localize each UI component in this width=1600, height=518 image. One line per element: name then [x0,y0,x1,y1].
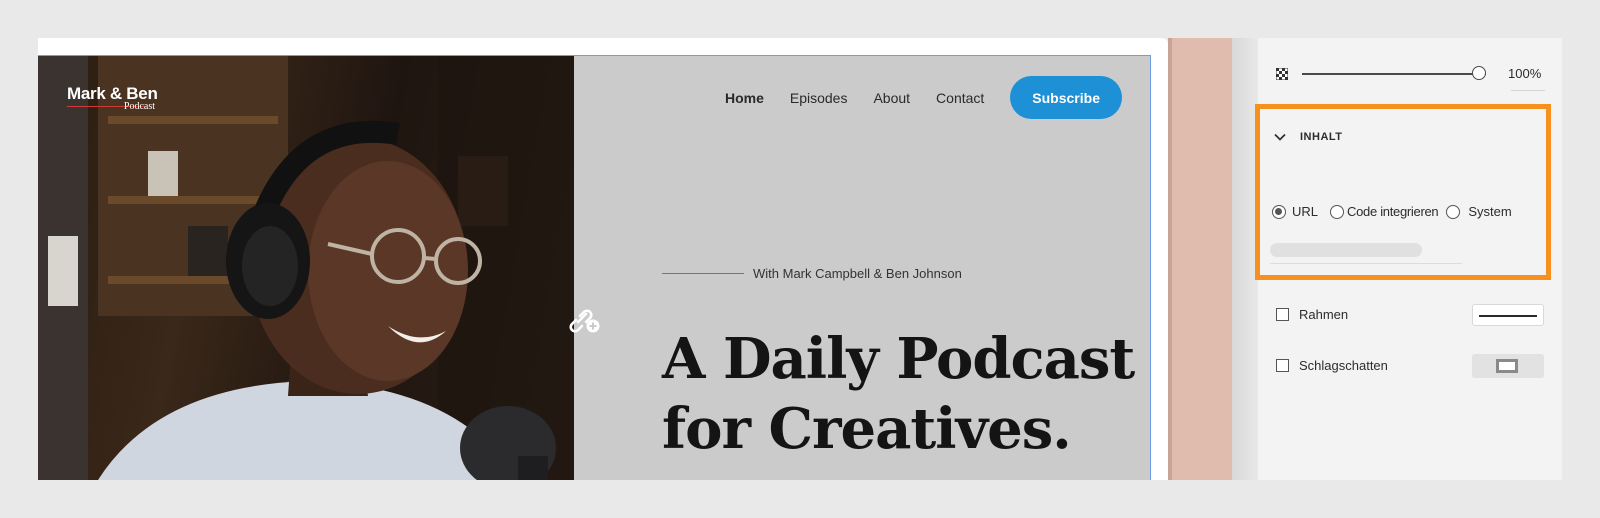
nav-episodes[interactable]: Episodes [790,90,848,106]
shadow-preview [1496,359,1518,373]
headline-line-2: for Creatives. [662,396,1072,462]
border-style-swatch[interactable] [1472,304,1544,326]
content-section-title: INHALT [1300,131,1343,143]
nav-contact[interactable]: Contact [936,90,984,106]
opacity-slider[interactable] [1302,65,1486,81]
tagline-text: With Mark Campbell & Ben Johnson [753,266,962,281]
content-section: INHALT URL Code integrieren System [1255,104,1551,280]
opacity-row: 100% [1276,65,1541,81]
shadow-row: Schlagschatten [1276,358,1388,373]
radio-embed-code[interactable] [1330,204,1345,219]
site-nav: Home Episodes About Contact Subscribe [725,76,1122,119]
opacity-slider-handle[interactable] [1472,65,1486,80]
content-source-options: URL Code integrieren System [1272,204,1524,219]
opacity-value-underline [1511,90,1545,91]
shadow-label: Schlagschatten [1299,358,1388,373]
subscribe-button[interactable]: Subscribe [1010,76,1122,119]
shadow-checkbox[interactable] [1276,359,1289,372]
hero-text-panel[interactable]: Home Episodes About Contact Subscribe Wi… [574,56,1150,480]
border-line-preview [1479,315,1537,317]
chevron-down-icon[interactable] [1274,133,1286,141]
add-link-icon[interactable] [566,302,602,334]
canvas-background-strip [1172,38,1232,480]
radio-system[interactable] [1446,204,1461,219]
radio-url-label[interactable]: URL [1292,204,1318,219]
hero-section[interactable]: Mark & Ben Podcast Home Episodes About C… [38,55,1151,480]
hero-tagline: With Mark Campbell & Ben Johnson [662,266,962,281]
border-label: Rahmen [1299,307,1349,322]
hero-headline: A Daily Podcast for Creatives. [662,324,1135,464]
url-input-underline [1270,263,1462,264]
border-row: Rahmen [1276,307,1348,322]
content-section-header[interactable]: INHALT [1274,131,1343,143]
radio-system-label[interactable]: System [1468,204,1511,219]
podcaster-photo [38,56,574,480]
border-checkbox[interactable] [1276,308,1289,321]
opacity-slider-track[interactable] [1302,72,1486,75]
shadow-style-swatch[interactable] [1472,354,1544,378]
website-canvas[interactable]: Mark & Ben Podcast Home Episodes About C… [38,38,1168,480]
properties-panel: 100% INHALT URL Code integrieren System … [1255,38,1562,480]
transparency-icon [1276,67,1288,80]
hero-image[interactable]: Mark & Ben Podcast [38,56,574,480]
headline-line-1: A Daily Podcast [662,326,1135,392]
tagline-rule [662,273,744,274]
nav-home[interactable]: Home [725,90,764,106]
site-logo[interactable]: Mark & Ben Podcast [67,84,158,112]
opacity-value[interactable]: 100% [1508,66,1541,81]
url-input-placeholder[interactable] [1270,243,1422,257]
nav-about[interactable]: About [873,90,910,106]
radio-url[interactable] [1272,204,1286,219]
radio-embed-code-label[interactable]: Code integrieren [1347,204,1439,219]
